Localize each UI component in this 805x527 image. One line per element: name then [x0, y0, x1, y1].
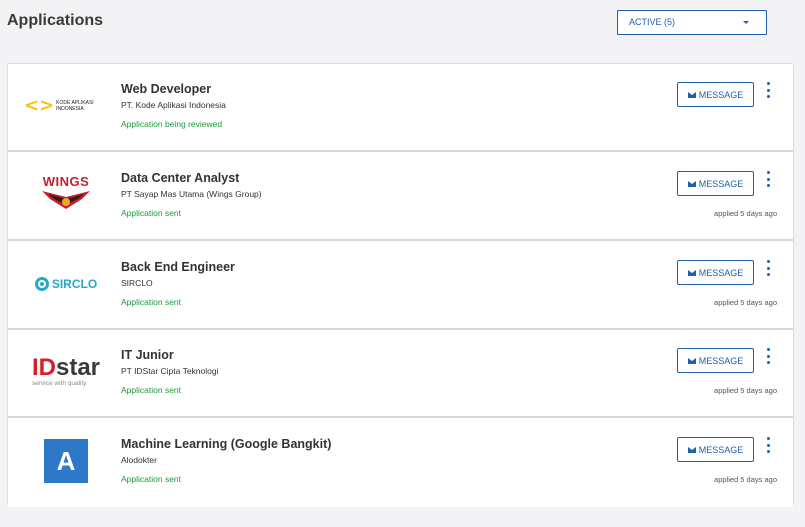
job-title[interactable]: Web Developer — [121, 82, 211, 96]
mail-icon — [687, 91, 696, 98]
message-button-label: MESSAGE — [698, 267, 744, 278]
sirclo-logo-text: SIRCLO — [51, 277, 98, 291]
applied-time: applied 5 days ago — [714, 298, 777, 307]
job-title[interactable]: Data Center Analyst — [121, 171, 239, 185]
company-name: PT. Kode Aplikasi Indonesia — [121, 100, 226, 110]
application-row[interactable]: A Machine Learning (Google Bangkit) Alod… — [8, 419, 793, 507]
logo-text: KODE APLIKASI INDONESIA — [56, 100, 94, 112]
job-title[interactable]: IT Junior — [121, 348, 174, 362]
company-logo: A — [24, 433, 108, 489]
message-button[interactable]: MESSAGE — [677, 348, 754, 373]
application-row[interactable]: WINGS Data Center Analyst PT Sayap Mas U… — [8, 153, 793, 241]
status-filter-dropdown[interactable]: ACTIVE (5) — [617, 10, 767, 35]
status-filter-value: ACTIVE (5) — [629, 17, 676, 27]
job-title[interactable]: Machine Learning (Google Bangkit) — [121, 437, 331, 451]
message-button[interactable]: MESSAGE — [677, 437, 754, 462]
alodokter-logo-letter: A — [56, 445, 76, 476]
caret-down-icon — [743, 21, 749, 24]
job-title[interactable]: Back End Engineer — [121, 260, 235, 274]
applied-time: applied 5 days ago — [714, 386, 777, 395]
message-button[interactable]: MESSAGE — [677, 171, 754, 196]
more-vertical-icon[interactable] — [763, 171, 773, 187]
message-button-label: MESSAGE — [698, 89, 744, 100]
mail-icon — [687, 269, 696, 276]
wings-logo-text: WINGS — [42, 174, 90, 189]
idstar-logo-star: star — [55, 354, 101, 381]
mail-icon — [687, 446, 696, 453]
application-status: Application sent — [121, 385, 182, 395]
more-vertical-icon[interactable] — [763, 82, 773, 98]
more-vertical-icon[interactable] — [763, 348, 773, 364]
company-name: Alodokter — [121, 455, 157, 465]
message-button[interactable]: MESSAGE — [677, 260, 754, 285]
message-button-label: MESSAGE — [698, 355, 744, 366]
mail-icon — [687, 357, 696, 364]
application-row[interactable]: IDstar service with quality IT Junior PT… — [8, 330, 793, 418]
page-title: Applications — [7, 12, 104, 29]
applied-time: applied 5 days ago — [714, 475, 777, 484]
more-vertical-icon[interactable] — [763, 260, 773, 276]
application-status: Application sent — [121, 297, 182, 307]
message-button-label: MESSAGE — [698, 444, 744, 455]
application-status: Application sent — [121, 474, 182, 484]
company-name: PT Sayap Mas Utama (Wings Group) — [121, 189, 262, 199]
application-row[interactable]: <> KODE APLIKASI INDONESIA Web Developer… — [8, 64, 793, 152]
company-name: SIRCLO — [121, 278, 153, 288]
idstar-logo-tagline: service with quality — [31, 380, 87, 387]
more-vertical-icon[interactable] — [763, 437, 773, 453]
message-button[interactable]: MESSAGE — [677, 82, 754, 107]
company-logo: SIRCLO — [24, 256, 108, 312]
wings-logo-icon — [42, 191, 90, 209]
company-logo: <> KODE APLIKASI INDONESIA — [24, 78, 108, 134]
mail-icon — [687, 180, 696, 187]
applications-list: <> KODE APLIKASI INDONESIA Web Developer… — [7, 63, 794, 507]
alodokter-logo-icon: A — [44, 439, 88, 483]
kode-aplikasi-logo-icon: <> — [24, 95, 55, 116]
application-status: Application sent — [121, 208, 182, 218]
company-logo: WINGS — [24, 167, 108, 223]
application-status: Application being reviewed — [121, 119, 223, 129]
application-row[interactable]: SIRCLO Back End Engineer SIRCLO Applicat… — [8, 242, 793, 330]
applied-time: applied 5 days ago — [714, 209, 777, 218]
idstar-logo-id: ID — [31, 354, 56, 381]
message-button-label: MESSAGE — [698, 178, 744, 189]
company-logo: IDstar service with quality — [24, 344, 108, 400]
company-name: PT IDStar Cipta Teknologi — [121, 366, 219, 376]
sirclo-logo-icon — [34, 277, 49, 291]
